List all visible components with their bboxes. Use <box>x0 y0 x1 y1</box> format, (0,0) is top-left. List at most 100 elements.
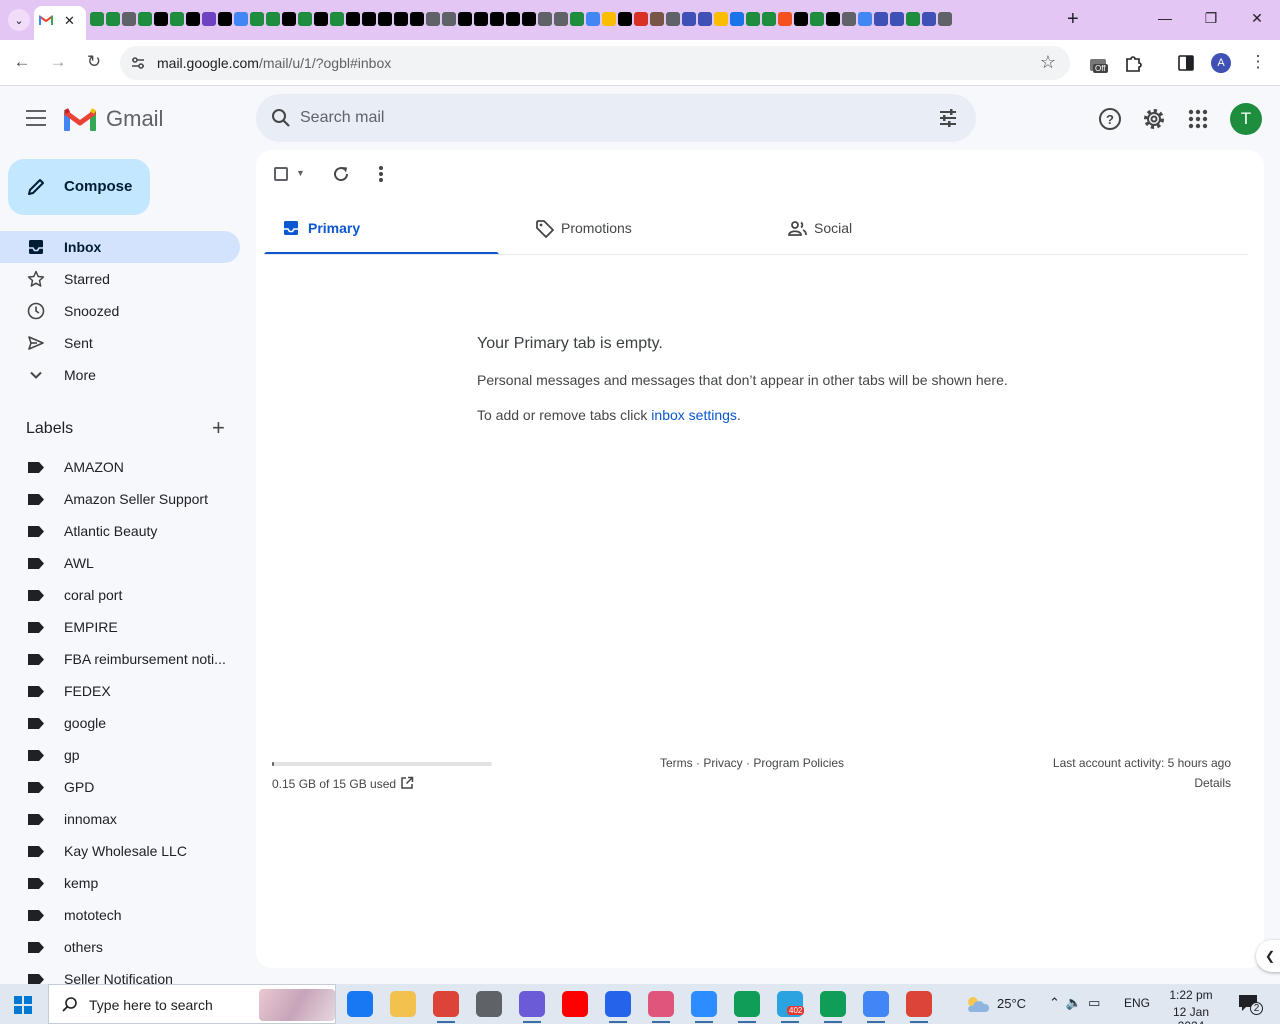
pinned-tab-favicon-icon[interactable] <box>506 12 520 26</box>
label-item[interactable]: Atlantic Beauty <box>0 515 240 547</box>
calculator-app-icon[interactable] <box>476 991 502 1017</box>
pinned-tab-favicon-icon[interactable] <box>346 12 360 26</box>
pinned-tab-favicon-icon[interactable] <box>90 12 104 26</box>
pinned-tab-favicon-icon[interactable] <box>938 12 952 26</box>
chrome-app-3-icon[interactable] <box>820 991 846 1023</box>
pinned-tab-favicon-icon[interactable] <box>154 12 168 26</box>
close-window-icon[interactable]: ✕ <box>1234 10 1280 27</box>
sidebar-item-more[interactable]: More <box>0 359 240 391</box>
forward-icon[interactable]: → <box>47 52 69 72</box>
side-panel-toggle-icon[interactable]: ❮ <box>1256 940 1280 972</box>
label-item[interactable]: AWL <box>0 547 240 579</box>
tab-search-icon[interactable]: ⌄ <box>8 9 30 31</box>
pinned-tab-favicon-icon[interactable] <box>202 12 216 26</box>
pinned-tab-favicon-icon[interactable] <box>314 12 328 26</box>
tab-promotions[interactable]: Promotions <box>517 206 752 255</box>
tab-close-icon[interactable]: ✕ <box>64 13 75 29</box>
search-input[interactable] <box>300 106 900 130</box>
address-bar[interactable]: mail.google.com/mail/u/1/?ogbl#inbox ☆ <box>120 46 1070 80</box>
pinned-tab-favicon-icon[interactable] <box>810 12 824 26</box>
youtube-app-icon[interactable] <box>562 991 588 1017</box>
pinned-tab-favicon-icon[interactable] <box>858 12 872 26</box>
pinned-tab-favicon-icon[interactable] <box>746 12 760 26</box>
pinned-tab-favicon-icon[interactable] <box>106 12 120 26</box>
pinned-tab-favicon-icon[interactable] <box>282 12 296 26</box>
pinned-tab-favicon-icon[interactable] <box>538 12 552 26</box>
gmail-logo-icon[interactable] <box>64 107 96 131</box>
pinned-tab-favicon-icon[interactable] <box>682 12 696 26</box>
search-icon[interactable] <box>270 107 292 129</box>
label-item[interactable]: FBA reimbursement noti... <box>0 643 240 675</box>
chrome-app-5-icon[interactable] <box>906 991 932 1023</box>
main-menu-icon[interactable] <box>26 110 46 126</box>
label-item[interactable]: innomax <box>0 803 240 835</box>
label-item[interactable]: FEDEX <box>0 675 240 707</box>
pinned-tab-favicon-icon[interactable] <box>250 12 264 26</box>
label-item[interactable]: Amazon Seller Support <box>0 483 240 515</box>
pinned-tab-favicon-icon[interactable] <box>602 12 616 26</box>
store-app-icon[interactable] <box>605 991 631 1023</box>
program-policies-link[interactable]: Program Policies <box>753 756 844 770</box>
label-item[interactable]: AMAZON <box>0 451 240 483</box>
pinned-tab-favicon-icon[interactable] <box>458 12 472 26</box>
pinned-tab-favicon-icon[interactable] <box>666 12 680 26</box>
pinned-tab-favicon-icon[interactable] <box>266 12 280 26</box>
tab-primary[interactable]: Primary <box>264 206 499 255</box>
pinned-tab-favicon-icon[interactable] <box>234 12 248 26</box>
open-in-new-icon[interactable] <box>400 776 414 790</box>
tab-gmail[interactable]: ✕ <box>34 6 86 40</box>
compose-button[interactable]: Compose <box>8 159 150 215</box>
pinned-tab-favicon-icon[interactable] <box>378 12 392 26</box>
telegram-app-icon[interactable]: 402 <box>777 991 805 1023</box>
site-info-icon[interactable] <box>130 55 146 71</box>
pinned-tab-favicon-icon[interactable] <box>474 12 488 26</box>
privacy-link[interactable]: Privacy <box>703 756 742 770</box>
terms-link[interactable]: Terms <box>660 756 693 770</box>
pinned-tab-favicon-icon[interactable] <box>634 12 648 26</box>
inbox-settings-link[interactable]: inbox settings <box>651 407 737 423</box>
pinned-tab-favicon-icon[interactable] <box>794 12 808 26</box>
file-explorer-app-icon[interactable] <box>390 991 416 1017</box>
account-avatar[interactable]: T <box>1230 103 1262 135</box>
label-item[interactable]: gp <box>0 739 240 771</box>
gmail-wordmark[interactable]: Gmail <box>106 106 163 132</box>
pinned-tab-favicon-icon[interactable] <box>138 12 152 26</box>
label-item[interactable]: others <box>0 931 240 963</box>
chrome-app-4-icon[interactable] <box>863 991 889 1023</box>
pinned-tab-favicon-icon[interactable] <box>698 12 712 26</box>
snipping-tool-app-icon[interactable] <box>648 991 674 1023</box>
new-tab-icon[interactable]: + <box>1067 8 1079 31</box>
pinned-tab-favicon-icon[interactable] <box>618 12 632 26</box>
search-options-icon[interactable] <box>938 108 958 128</box>
system-tray-icons[interactable]: ⌃🔈▭ <box>1049 995 1106 1011</box>
pinned-tab-favicon-icon[interactable] <box>298 12 312 26</box>
label-item[interactable]: google <box>0 707 240 739</box>
pinned-tabs[interactable] <box>90 12 1060 28</box>
label-item[interactable]: EMPIRE <box>0 611 240 643</box>
refresh-icon[interactable] <box>332 165 350 183</box>
sidebar-item-inbox[interactable]: Inbox <box>0 231 240 263</box>
extensions-puzzle-icon[interactable] <box>1124 53 1144 73</box>
pinned-tab-favicon-icon[interactable] <box>922 12 936 26</box>
tab-social[interactable]: Social <box>770 206 1005 255</box>
pinned-tab-favicon-icon[interactable] <box>554 12 568 26</box>
pinned-tab-favicon-icon[interactable] <box>762 12 776 26</box>
select-menu-caret-icon[interactable]: ▼ <box>296 168 305 178</box>
facebook-app-icon[interactable] <box>347 991 373 1017</box>
weather-temperature[interactable]: 25°C <box>997 996 1026 1011</box>
pinned-tab-favicon-icon[interactable] <box>410 12 424 26</box>
pinned-tab-favicon-icon[interactable] <box>218 12 232 26</box>
pinned-tab-favicon-icon[interactable] <box>490 12 504 26</box>
clock-date[interactable]: 12 Jan 2024 <box>1158 1005 1224 1024</box>
pinned-tab-favicon-icon[interactable] <box>826 12 840 26</box>
restore-icon[interactable]: ❐ <box>1188 10 1234 27</box>
select-all-checkbox[interactable] <box>274 167 288 181</box>
taskbar-search[interactable]: Type here to search <box>48 984 336 1024</box>
pinned-tab-favicon-icon[interactable] <box>122 12 136 26</box>
pinned-tab-favicon-icon[interactable] <box>874 12 888 26</box>
weather-cloud-icon[interactable] <box>964 994 990 1014</box>
pinned-tab-favicon-icon[interactable] <box>778 12 792 26</box>
pinned-tab-favicon-icon[interactable] <box>186 12 200 26</box>
pinned-tab-favicon-icon[interactable] <box>730 12 744 26</box>
more-options-icon[interactable] <box>378 165 384 183</box>
